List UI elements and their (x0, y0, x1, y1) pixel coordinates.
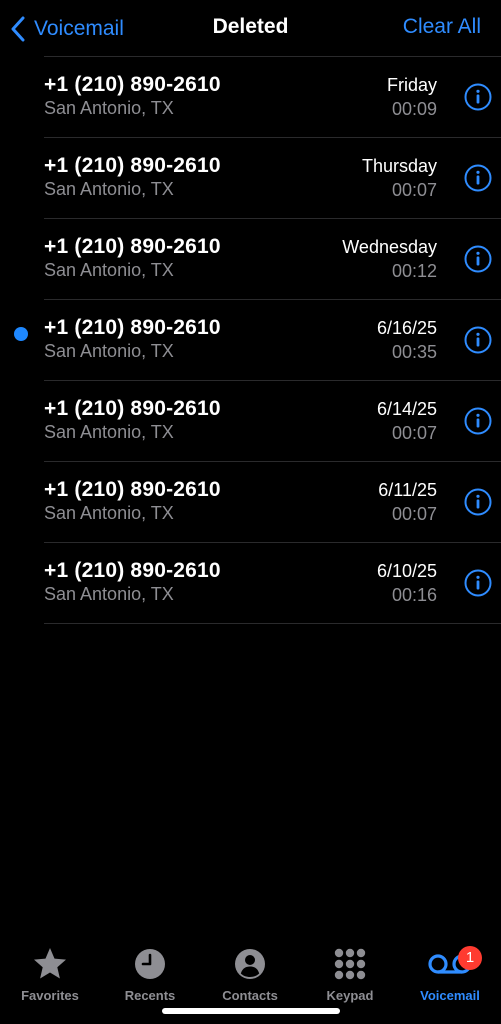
voicemail-duration: 00:35 (391, 342, 437, 362)
info-icon[interactable] (464, 164, 492, 192)
home-indicator (162, 1008, 340, 1014)
voicemail-duration: 00:07 (391, 423, 437, 443)
voicemail-date: 6/10/25 (376, 561, 437, 581)
caller-number: +1 (210) 890-2610 (44, 73, 221, 96)
navigation-bar: Voicemail Deleted Clear All (0, 0, 501, 56)
voicemail-row[interactable]: +1 (210) 890-2610 San Antonio, TX 6/10/2… (44, 542, 501, 624)
clear-all-button[interactable]: Clear All (403, 15, 481, 39)
voicemail-date: Wednesday (342, 237, 437, 257)
caller-location: San Antonio, TX (44, 260, 174, 280)
info-icon[interactable] (464, 569, 492, 597)
voicemail-row[interactable]: +1 (210) 890-2610 San Antonio, TX Thursd… (44, 137, 501, 218)
voicemail-date: 6/11/25 (378, 480, 437, 500)
voicemail-list: +1 (210) 890-2610 San Antonio, TX Friday… (0, 56, 501, 624)
tab-contacts[interactable]: Contacts (200, 946, 300, 1003)
voicemail-date: 6/14/25 (376, 399, 437, 419)
caller-location: San Antonio, TX (44, 341, 174, 361)
tab-voicemail-label: Voicemail (420, 988, 480, 1003)
caller-number: +1 (210) 890-2610 (44, 559, 221, 582)
voicemail-duration: 00:16 (391, 585, 437, 605)
info-icon[interactable] (464, 326, 492, 354)
tab-bar: Favorites Recents Contacts Keypad 1 Voic… (0, 924, 501, 1024)
voicemail-duration: 00:07 (391, 180, 437, 200)
caller-number: +1 (210) 890-2610 (44, 478, 221, 501)
info-icon[interactable] (464, 245, 492, 273)
star-icon (34, 948, 66, 979)
tab-keypad[interactable]: Keypad (300, 946, 400, 1003)
caller-location: San Antonio, TX (44, 503, 174, 523)
voicemail-duration: 00:07 (391, 504, 437, 524)
caller-location: San Antonio, TX (44, 422, 174, 442)
voicemail-row[interactable]: +1 (210) 890-2610 San Antonio, TX 6/16/2… (14, 299, 501, 380)
voicemail-row[interactable]: +1 (210) 890-2610 San Antonio, TX Wednes… (44, 218, 501, 299)
tab-recents[interactable]: Recents (100, 946, 200, 1003)
person-circle-icon (235, 949, 265, 979)
caller-location: San Antonio, TX (44, 584, 174, 604)
keypad-icon (334, 948, 366, 980)
caller-number: +1 (210) 890-2610 (44, 397, 221, 420)
voicemail-row[interactable]: +1 (210) 890-2610 San Antonio, TX Friday… (44, 56, 501, 137)
info-icon[interactable] (464, 407, 492, 435)
voicemail-duration: 00:12 (391, 261, 437, 281)
tab-keypad-label: Keypad (326, 988, 374, 1003)
caller-number: +1 (210) 890-2610 (44, 235, 221, 258)
tab-favorites-label: Favorites (21, 988, 79, 1003)
voicemail-date: Thursday (361, 156, 437, 176)
voicemail-duration: 00:09 (391, 99, 437, 119)
tab-recents-label: Recents (124, 988, 176, 1003)
info-icon[interactable] (464, 83, 492, 111)
info-icon[interactable] (464, 488, 492, 516)
voicemail-row[interactable]: +1 (210) 890-2610 San Antonio, TX 6/11/2… (44, 461, 501, 542)
voicemail-date: Friday (386, 75, 437, 95)
caller-location: San Antonio, TX (44, 179, 174, 199)
voicemail-row[interactable]: +1 (210) 890-2610 San Antonio, TX 6/14/2… (44, 380, 501, 461)
caller-number: +1 (210) 890-2610 (44, 316, 221, 339)
caller-number: +1 (210) 890-2610 (44, 154, 221, 177)
voicemail-badge: 1 (458, 946, 482, 970)
tab-voicemail[interactable]: 1 Voicemail (400, 946, 500, 1003)
tab-favorites[interactable]: Favorites (0, 946, 100, 1003)
clock-icon (135, 949, 165, 979)
unread-dot (14, 327, 28, 341)
voicemail-date: 6/16/25 (376, 318, 437, 338)
tab-contacts-label: Contacts (222, 988, 278, 1003)
caller-location: San Antonio, TX (44, 98, 174, 118)
